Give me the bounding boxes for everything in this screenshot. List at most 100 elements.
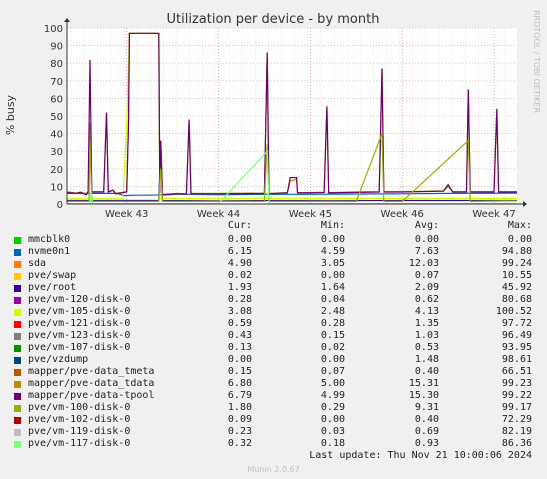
- legend-min: 0.00: [320, 414, 345, 425]
- legend-min: 1.64: [320, 282, 345, 293]
- x-tick-label: Week 45: [289, 209, 332, 220]
- y-tick-label: 70: [50, 77, 63, 88]
- chart-title: Utilization per device - by month: [167, 12, 380, 27]
- legend-max: 99.22: [501, 390, 532, 401]
- legend-row: pve/vm-121-disk-0 0.59 0.28 1.35 97.72: [0, 318, 547, 330]
- legend-name: pve/vm-100-disk-0: [28, 402, 131, 413]
- legend-min: 0.04: [320, 294, 345, 305]
- y-tick-label: 80: [50, 59, 63, 70]
- x-tick-label: Week 44: [197, 209, 240, 220]
- x-tick-label: Week 43: [105, 209, 148, 220]
- legend-avg: 0.40: [414, 366, 439, 377]
- legend-row: pve/root 1.93 1.64 2.09 45.92: [0, 282, 547, 294]
- y-tick-label: 40: [50, 130, 63, 141]
- y-tick-label: 30: [50, 147, 63, 158]
- legend-cur: 0.09: [227, 414, 252, 425]
- legend-cur: 6.80: [227, 378, 252, 389]
- legend-avg: 0.00: [414, 234, 439, 245]
- legend-swatch: [14, 297, 21, 304]
- legend-cur: 1.93: [227, 282, 252, 293]
- legend-swatch: [14, 333, 21, 340]
- legend-max: 99.23: [501, 378, 532, 389]
- legend-name: pve/vm-102-disk-0: [28, 414, 131, 425]
- legend-cur: 3.08: [227, 306, 252, 317]
- legend-swatch: [14, 393, 21, 400]
- legend-swatch: [14, 237, 21, 244]
- legend-swatch: [14, 321, 21, 328]
- legend-row: mapper/pve-data_tmeta 0.15 0.07 0.40 66.51: [0, 366, 547, 378]
- legend-min: 0.03: [320, 426, 345, 437]
- y-tick-label: 10: [50, 182, 63, 193]
- munin-version: Munin 2.0.67: [247, 465, 300, 474]
- legend-avg: 2.09: [414, 282, 439, 293]
- legend-min: 0.18: [320, 438, 345, 449]
- legend-header: Cur: Min: Avg: Max:: [0, 220, 547, 232]
- header-avg: Avg:: [414, 220, 439, 231]
- legend-avg: 4.13: [414, 306, 439, 317]
- legend-row: pve/vm-102-disk-0 0.09 0.00 0.40 72.29: [0, 414, 547, 426]
- legend-cur: 6.15: [227, 246, 252, 257]
- legend-name: pve/vm-105-disk-0: [28, 306, 131, 317]
- legend-max: 93.95: [501, 342, 532, 353]
- legend-cur: 0.32: [227, 438, 252, 449]
- legend-swatch: [14, 441, 21, 448]
- legend-row: pve/vm-119-disk-0 0.23 0.03 0.69 82.19: [0, 426, 547, 438]
- legend-max: 72.29: [501, 414, 532, 425]
- y-tick-label: 0: [57, 200, 63, 211]
- header-min: Min:: [320, 220, 345, 231]
- legend-max: 0.00: [507, 234, 532, 245]
- last-update: Last update: Thu Nov 21 10:00:06 2024: [309, 450, 532, 461]
- legend-name: mapper/pve-data-tpool: [28, 390, 155, 401]
- legend-name: pve/vzdump: [28, 354, 89, 365]
- legend-name: pve/root: [28, 282, 77, 293]
- legend-cur: 0.23: [227, 426, 252, 437]
- legend-cur: 0.43: [227, 330, 252, 341]
- legend-avg: 1.03: [414, 330, 439, 341]
- legend-max: 100.52: [495, 306, 532, 317]
- legend-min: 4.59: [320, 246, 345, 257]
- legend-swatch: [14, 285, 21, 292]
- legend-name: pve/vm-120-disk-0: [28, 294, 131, 305]
- side-label: RRDTOOL / TOBI OETIKER: [532, 10, 541, 113]
- legend-swatch: [14, 345, 21, 352]
- legend-avg: 7.63: [414, 246, 439, 257]
- legend-row: mapper/pve-data_tdata 6.80 5.00 15.31 99.23: [0, 378, 547, 390]
- legend-row: pve/swap 0.02 0.00 0.07 10.55: [0, 270, 547, 282]
- legend-max: 86.36: [501, 438, 532, 449]
- legend-min: 4.99: [320, 390, 345, 401]
- legend-row: pve/vm-117-disk-0 0.32 0.18 0.93 86.36: [0, 438, 547, 450]
- legend-min: 0.29: [320, 402, 345, 413]
- legend-min: 0.00: [320, 354, 345, 365]
- legend-min: 0.15: [320, 330, 345, 341]
- legend-swatch: [14, 429, 21, 436]
- legend-name: pve/vm-123-disk-0: [28, 330, 131, 341]
- legend-name: pve/vm-117-disk-0: [28, 438, 131, 449]
- y-tick-label: 50: [50, 112, 63, 123]
- legend-name: sda: [28, 258, 47, 269]
- legend-avg: 0.40: [414, 414, 439, 425]
- legend-swatch: [14, 249, 21, 256]
- legend-name: mmcblk0: [28, 234, 71, 245]
- legend-min: 5.00: [320, 378, 345, 389]
- legend-max: 45.92: [501, 282, 532, 293]
- legend-max: 10.55: [501, 270, 532, 281]
- legend-avg: 1.35: [414, 318, 439, 329]
- legend-avg: 0.53: [414, 342, 439, 353]
- y-tick-label: 60: [50, 94, 63, 105]
- legend-row: pve/vm-107-disk-0 0.13 0.02 0.53 93.95: [0, 342, 547, 354]
- y-tick-label: 20: [50, 165, 63, 176]
- legend-cur: 0.28: [227, 294, 252, 305]
- legend-avg: 12.03: [408, 258, 439, 269]
- legend-avg: 0.93: [414, 438, 439, 449]
- legend-swatch: [14, 369, 21, 376]
- legend-cur: 1.80: [227, 402, 252, 413]
- legend-min: 3.05: [320, 258, 345, 269]
- legend-max: 80.68: [501, 294, 532, 305]
- header-cur: Cur:: [227, 220, 252, 231]
- legend-name: mapper/pve-data_tmeta: [28, 366, 155, 377]
- legend-swatch: [14, 261, 21, 268]
- legend-min: 0.28: [320, 318, 345, 329]
- legend-max: 66.51: [501, 366, 532, 377]
- y-tick-label: 100: [44, 24, 63, 35]
- legend-swatch: [14, 405, 21, 412]
